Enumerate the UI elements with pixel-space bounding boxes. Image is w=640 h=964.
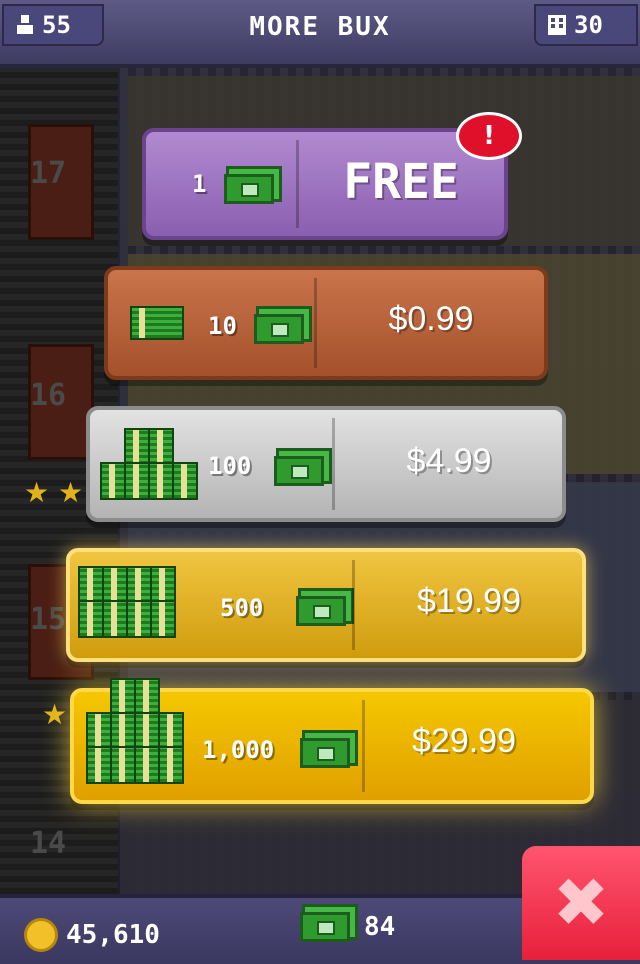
offer-divider (314, 278, 317, 368)
offer-amount: 1 (192, 170, 207, 198)
offer-amount: 100 (208, 452, 252, 480)
floor-number: 17 (30, 156, 67, 191)
offer-divider (352, 560, 355, 650)
top-bar: 55 MORE BUX 30 (0, 0, 640, 68)
bux-bill-icon (300, 912, 350, 942)
floor-number: 15 (30, 602, 67, 637)
floors-counter: 30 (534, 4, 638, 46)
offer-price: $19.99 (417, 582, 521, 620)
coin-icon (24, 918, 58, 952)
coin-balance: 45,610 (24, 918, 160, 952)
offer-free-button[interactable]: 1 FREE (142, 128, 508, 240)
offer-price: $0.99 (388, 300, 474, 338)
offer-amount: 10 (208, 312, 237, 340)
offer-500-bux-button[interactable]: 500 $19.99 (66, 548, 586, 662)
building-icon (548, 15, 566, 35)
floors-value: 30 (574, 11, 603, 39)
star-icon: ★ (24, 476, 50, 509)
star-icon: ★ (58, 476, 84, 509)
offer-divider (332, 418, 335, 510)
bux-value: 84 (364, 912, 396, 942)
notification-badge: ! (456, 112, 522, 160)
offer-100-bux-button[interactable]: 100 $4.99 (86, 406, 566, 522)
floor-number: 16 (30, 378, 67, 413)
offer-amount: 1,000 (202, 736, 275, 764)
offer-price: FREE (343, 154, 459, 210)
offer-price: $29.99 (412, 722, 516, 760)
bux-bill-icon (274, 456, 324, 486)
coin-value: 45,610 (66, 920, 160, 950)
offer-1000-bux-button[interactable]: 1,000 $29.99 (70, 678, 594, 804)
close-button[interactable]: ✖ (522, 846, 640, 960)
floor-number: 14 (30, 826, 67, 861)
offer-price: $4.99 (406, 442, 492, 480)
offer-10-bux-button[interactable]: 10 $0.99 (104, 266, 548, 380)
bux-bill-icon (296, 596, 346, 626)
bux-balance: 84 (300, 912, 395, 942)
star-icon: ★ (42, 698, 68, 731)
bux-bill-icon (300, 738, 350, 768)
bux-bill-icon (254, 314, 304, 344)
bux-bill-icon (224, 174, 274, 204)
offer-amount: 500 (220, 594, 264, 622)
close-icon: ✖ (552, 863, 610, 943)
